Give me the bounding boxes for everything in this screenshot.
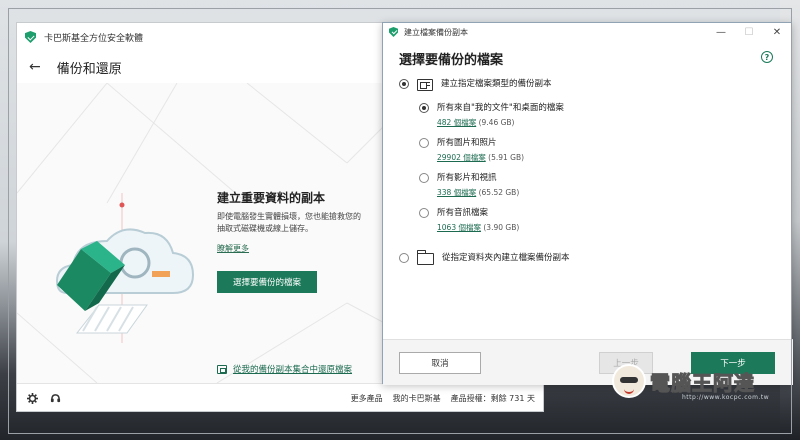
pictures-radio[interactable] (419, 138, 429, 148)
videos-count-link[interactable]: 338 個檔案 (437, 188, 476, 197)
folder-radio[interactable] (399, 253, 409, 263)
audio-radio[interactable] (419, 208, 429, 218)
learn-more-link[interactable]: 瞭解更多 (217, 243, 249, 254)
promo-description: 即使電腦發生實體損壞，您也能搶救您的 抽取式磁碟機或線上儲存。 (217, 212, 361, 233)
kaspersky-shield-icon (25, 31, 36, 43)
videos-radio[interactable] (419, 173, 429, 183)
site-watermark: 電腦王阿達 http://www.kocpc.com.tw (612, 356, 792, 406)
footer-icons (27, 393, 61, 404)
backup-storage-icon (217, 364, 227, 374)
watermark-text: 電腦王阿達 (650, 370, 755, 395)
promo-title: 建立重要資料的副本 (217, 191, 326, 205)
back-arrow-icon[interactable]: ← (29, 59, 41, 75)
sub-option-videos[interactable]: 所有影片和視訊 338 個檔案 (65.52 GB) (419, 173, 519, 198)
select-files-button[interactable]: 選擇要備份的檔案 (217, 271, 317, 293)
file-type-radio[interactable] (399, 79, 409, 89)
cancel-button[interactable]: 取消 (399, 352, 481, 374)
license-link[interactable]: 產品授權：剩餘 731 天 (451, 393, 535, 404)
kaspersky-shield-icon (389, 27, 398, 37)
dialog-titlebar: 建立檔案備份副本 — ☐ ✕ (383, 23, 791, 41)
sub-option-audio[interactable]: 所有音訊檔案 1063 個檔案 (3.90 GB) (419, 208, 519, 233)
option-folder[interactable]: 從指定資料夾內建立檔案備份副本 (399, 250, 570, 265)
support-icon[interactable] (50, 393, 61, 404)
watermark-url: http://www.kocpc.com.tw (682, 394, 770, 401)
folder-icon (417, 250, 434, 265)
app-title: 卡巴斯基全方位安全軟體 (44, 33, 144, 44)
file-types-icon (417, 79, 433, 91)
more-products-link[interactable]: 更多產品 (351, 393, 383, 404)
folder-option-label: 從指定資料夾內建立檔案備份副本 (442, 253, 570, 263)
mascot-avatar (612, 364, 646, 398)
restore-from-backup-link[interactable]: 從我的備份副本集合中還原檔案 (217, 363, 352, 375)
sub-option-documents[interactable]: 所有來自"我的文件"和桌面的檔案 482 個檔案 (9.46 GB) (419, 103, 564, 128)
maximize-icon: ☐ (744, 26, 754, 38)
documents-count-link[interactable]: 482 個檔案 (437, 118, 476, 127)
dialog-title: 建立檔案備份副本 (404, 27, 468, 37)
footer-links: 更多產品 我的卡巴斯基 產品授權：剩餘 731 天 (351, 393, 535, 404)
cloud-backup-illustration (55, 193, 195, 343)
pictures-count-link[interactable]: 29902 個檔案 (437, 153, 486, 162)
my-kaspersky-link[interactable]: 我的卡巴斯基 (393, 393, 441, 404)
close-icon[interactable]: ✕ (763, 23, 791, 41)
minimize-icon[interactable]: — (707, 23, 735, 41)
option-file-type[interactable]: 建立指定檔案類型的備份副本 (399, 79, 552, 91)
dialog-heading: 選擇要備份的檔案 (399, 53, 504, 68)
window-controls: — ☐ ✕ (707, 23, 791, 41)
audio-count-link[interactable]: 1063 個檔案 (437, 223, 481, 232)
main-footer: 更多產品 我的卡巴斯基 產品授權：剩餘 731 天 (17, 383, 543, 411)
file-type-label: 建立指定檔案類型的備份副本 (441, 79, 552, 89)
sub-option-pictures[interactable]: 所有圖片和照片 29902 個檔案 (5.91 GB) (419, 138, 524, 163)
page-title: 備份和還原 (56, 61, 122, 77)
create-backup-dialog: 建立檔案備份副本 — ☐ ✕ 選擇要備份的檔案 ? 建立指定檔案類型的備份副本 … (382, 22, 793, 385)
documents-radio[interactable] (419, 103, 429, 113)
gear-icon[interactable] (27, 393, 38, 404)
help-icon[interactable]: ? (761, 51, 773, 63)
